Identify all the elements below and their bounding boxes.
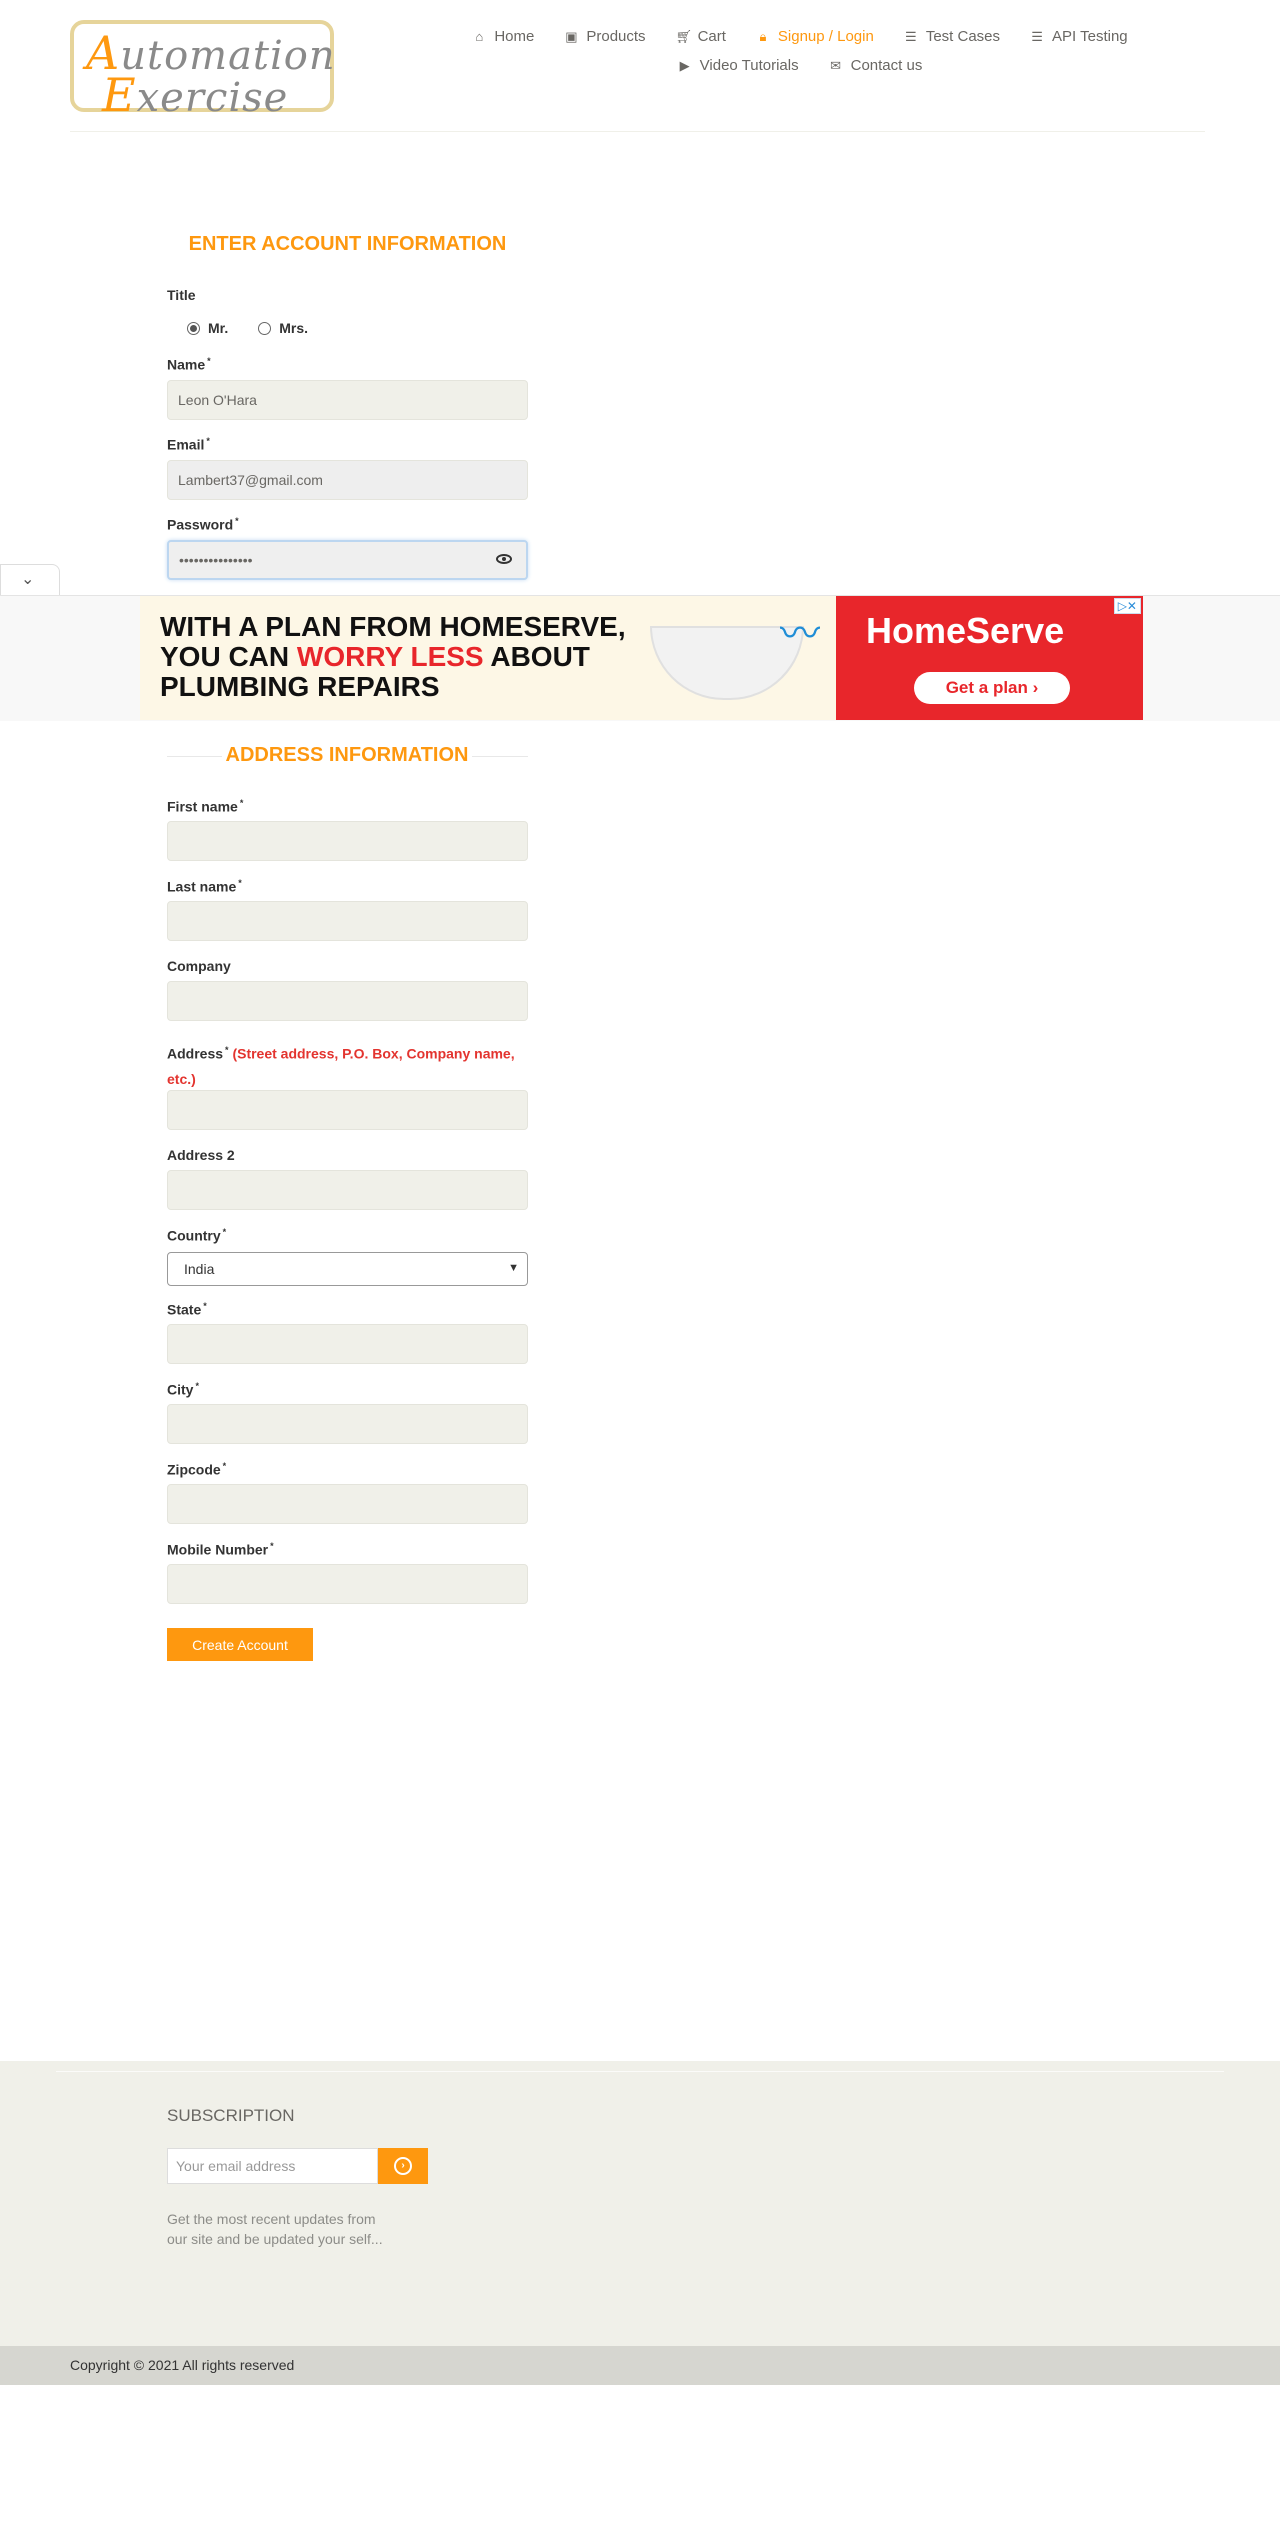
email-label: Email * bbox=[167, 436, 210, 453]
subscribe-button[interactable]: › bbox=[378, 2148, 428, 2184]
email-field[interactable]: Lambert37@gmail.com bbox=[167, 460, 528, 500]
title-mr-radio[interactable]: Mr. bbox=[187, 320, 228, 336]
nav-home[interactable]: ⌂ Home bbox=[472, 28, 534, 45]
ad-choices-close-icon[interactable]: ▷✕ bbox=[1113, 598, 1141, 614]
divider bbox=[56, 2071, 1224, 2072]
state-field[interactable] bbox=[167, 1324, 528, 1364]
title-radio-group: Mr. Mrs. bbox=[187, 320, 308, 336]
youtube-icon: ▶ bbox=[679, 57, 690, 73]
mobile-number-field[interactable] bbox=[167, 1564, 528, 1604]
ad-brand-name: HomeServe bbox=[866, 610, 1065, 651]
header-divider bbox=[70, 131, 1205, 132]
water-splash-icon: 〰 bbox=[780, 612, 820, 656]
ad-brand-panel: HomeServe Get a plan › bbox=[836, 596, 1143, 720]
nav-cart[interactable]: 🛒︎ Cart bbox=[676, 28, 726, 45]
envelope-icon: ✉ bbox=[830, 57, 842, 73]
subscription-text: Get the most recent updates from our sit… bbox=[167, 2211, 383, 2247]
city-label: City * bbox=[167, 1381, 199, 1398]
zipcode-field[interactable] bbox=[167, 1484, 528, 1524]
show-password-eye-icon[interactable] bbox=[496, 554, 512, 564]
first-name-field[interactable] bbox=[167, 821, 528, 861]
home-icon: ⌂ bbox=[475, 29, 484, 44]
nav-video-tutorials[interactable]: ▶ Video Tutorials bbox=[678, 57, 799, 74]
password-value: ••••••••••••••• bbox=[179, 552, 253, 568]
radio-button[interactable] bbox=[258, 321, 272, 335]
title-label: Title bbox=[167, 287, 196, 303]
copyright-bar: Copyright © 2021 All rights reserved bbox=[0, 2346, 1280, 2385]
first-name-label: First name * bbox=[167, 798, 244, 815]
nav-signup-login[interactable]: 🔒︎ Signup / Login bbox=[756, 28, 873, 45]
nav-api-testing[interactable]: ☰ API Testing bbox=[1030, 28, 1127, 45]
mobile-number-label: Mobile Number * bbox=[167, 1541, 274, 1558]
country-label: Country * bbox=[167, 1227, 227, 1244]
logo-line-2: Exercise bbox=[102, 68, 289, 122]
last-name-field[interactable] bbox=[167, 901, 528, 941]
name-field[interactable]: Leon O'Hara bbox=[167, 380, 528, 420]
address-section-header: ADDRESS INFORMATION bbox=[167, 744, 528, 768]
city-field[interactable] bbox=[167, 1404, 528, 1444]
radio-button[interactable] bbox=[187, 321, 200, 335]
chevron-down-icon: ⌄ bbox=[21, 571, 35, 588]
password-field[interactable]: ••••••••••••••• bbox=[167, 540, 528, 580]
nav-contact-us[interactable]: ✉ Contact us bbox=[829, 57, 922, 74]
logo[interactable]: Automation Exercise bbox=[70, 20, 335, 122]
ad-headline: WITH A PLAN FROM HOMESERVE, YOU CAN WORR… bbox=[160, 611, 626, 702]
copyright-text: Copyright © 2021 All rights reserved bbox=[70, 2357, 295, 2373]
list-icon: ☰ bbox=[1031, 28, 1043, 44]
nav-test-cases[interactable]: ☰ Test Cases bbox=[904, 28, 1000, 45]
address-label: Address * (Street address, P.O. Box, Comp… bbox=[167, 1045, 515, 1087]
create-account-button[interactable]: Create Account bbox=[167, 1628, 313, 1661]
nav-products[interactable]: ▣ Products bbox=[564, 28, 645, 45]
list-icon: ☰ bbox=[905, 28, 917, 44]
header: Automation Exercise ⌂ Home ▣ Products 🛒︎ Ca… bbox=[0, 0, 1280, 132]
lock-icon: 🔒︎ bbox=[759, 28, 767, 44]
last-name-label: Last name * bbox=[167, 878, 242, 895]
subscription-title: SUBSCRIPTION bbox=[167, 2106, 295, 2125]
address-field[interactable] bbox=[167, 1090, 528, 1130]
chevron-down-icon: ▼ bbox=[508, 1262, 519, 1274]
footer: SUBSCRIPTION Your email address › Get th… bbox=[0, 2061, 1280, 2346]
ad-cta-button[interactable]: Get a plan › bbox=[914, 672, 1070, 704]
country-select[interactable]: India ▼ bbox=[167, 1252, 528, 1286]
password-label: Password * bbox=[167, 516, 239, 533]
zipcode-label: Zipcode * bbox=[167, 1461, 227, 1478]
cart-icon: 🛒︎ bbox=[675, 28, 693, 44]
ad-collapse-tab[interactable]: ⌄ bbox=[0, 564, 60, 595]
subscribe-email-input[interactable]: Your email address bbox=[167, 2148, 378, 2184]
name-label: Name * bbox=[167, 356, 211, 373]
address2-field[interactable] bbox=[167, 1170, 528, 1210]
account-section-title: ENTER ACCOUNT INFORMATION bbox=[188, 233, 507, 255]
title-mrs-radio[interactable]: Mrs. bbox=[258, 320, 308, 336]
address2-label: Address 2 bbox=[167, 1147, 235, 1163]
homeserve-ad-banner[interactable]: WITH A PLAN FROM HOMESERVE, YOU CAN WORR… bbox=[140, 596, 1143, 720]
company-field[interactable] bbox=[167, 981, 528, 1021]
address-section-title: ADDRESS INFORMATION bbox=[222, 744, 472, 767]
main-nav: ⌂ Home ▣ Products 🛒︎ Cart 🔒︎ Signup / Login … bbox=[470, 28, 1130, 86]
company-label: Company bbox=[167, 958, 231, 974]
state-label: State * bbox=[167, 1301, 207, 1318]
shopping-bag-icon: ▣ bbox=[565, 28, 578, 44]
arrow-circle-right-icon: › bbox=[394, 2157, 412, 2175]
